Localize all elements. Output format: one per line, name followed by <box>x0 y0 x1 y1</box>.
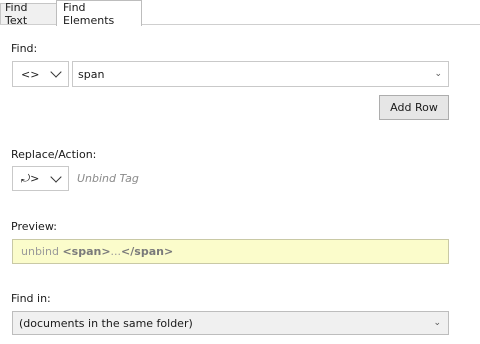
find-mode-selector[interactable]: <> <box>12 61 69 87</box>
action-selector[interactable]: ⤾> <box>12 166 69 191</box>
replace-action-label: Replace/Action: <box>11 148 97 161</box>
tab-find-elements-label: Find Elements <box>63 0 115 27</box>
preview-box: unbind <span> ... </span> <box>12 239 449 264</box>
action-text: Unbind Tag <box>77 172 139 185</box>
find-input-value: span <box>78 67 105 81</box>
preview-close-tag: </span> <box>121 245 174 258</box>
preview-open-tag: <span> <box>62 245 111 258</box>
tab-find-text-label: Find Text <box>5 1 28 27</box>
preview-label: Preview: <box>11 220 57 233</box>
find-in-value: (documents in the same folder) <box>19 316 193 330</box>
find-input[interactable]: span ⌄ <box>72 61 449 87</box>
dropdown-caret-icon: ⌄ <box>433 318 441 328</box>
add-row-button[interactable]: Add Row <box>379 95 449 120</box>
chevron-down-icon <box>50 66 62 78</box>
tab-find-text[interactable]: Find Text <box>0 1 57 27</box>
unbind-tag-icon: ⤾> <box>21 171 40 185</box>
find-in-label: Find in: <box>11 292 51 305</box>
chevron-down-icon <box>50 170 62 183</box>
preview-ellipsis: ... <box>110 245 122 258</box>
find-in-dropdown[interactable]: (documents in the same folder) ⌄ <box>12 311 449 335</box>
tab-find-elements[interactable]: Find Elements <box>56 0 142 27</box>
dropdown-caret-icon: ⌄ <box>434 69 442 79</box>
angle-brackets-icon: <> <box>21 67 40 81</box>
add-row-label: Add Row <box>390 101 438 114</box>
preview-prefix: unbind <box>21 245 63 258</box>
find-label: Find: <box>11 42 38 55</box>
